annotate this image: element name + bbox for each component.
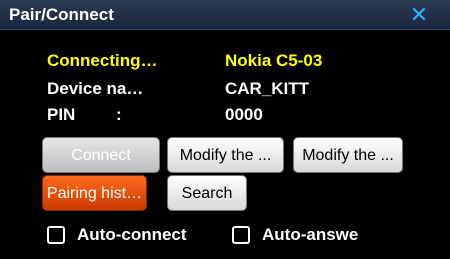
device-name-value: CAR_KITT (225, 79, 310, 98)
auto-connect-label: Auto-connect (77, 225, 187, 244)
device-name-label: Device na… (47, 79, 144, 98)
connect-button[interactable]: Connect (42, 137, 160, 173)
pair-connect-dialog: Pair/Connect ✕ Connecting… Nokia C5-03 D… (0, 0, 450, 259)
auto-answer-checkbox-box[interactable] (232, 226, 250, 244)
search-button[interactable]: Search (167, 175, 247, 211)
pin-value: 0000 (225, 105, 263, 124)
status-value: Nokia C5-03 (225, 51, 323, 70)
auto-answer-checkbox[interactable]: Auto-answe (232, 225, 358, 245)
auto-connect-checkbox[interactable]: Auto-connect (47, 225, 187, 245)
modify-button-2[interactable]: Modify the ... (293, 137, 403, 173)
modify-button-1[interactable]: Modify the ... (167, 137, 284, 173)
auto-connect-checkbox-box[interactable] (47, 226, 65, 244)
auto-answer-label: Auto-answe (262, 225, 359, 244)
pairing-history-button[interactable]: Pairing hist… (42, 175, 147, 211)
dialog-title: Pair/Connect (9, 5, 114, 24)
pin-label: PIN (47, 105, 76, 124)
pin-colon: : (116, 105, 122, 124)
title-bar: Pair/Connect ✕ (0, 0, 450, 30)
close-icon[interactable]: ✕ (404, 2, 434, 28)
status-label: Connecting… (47, 51, 158, 70)
